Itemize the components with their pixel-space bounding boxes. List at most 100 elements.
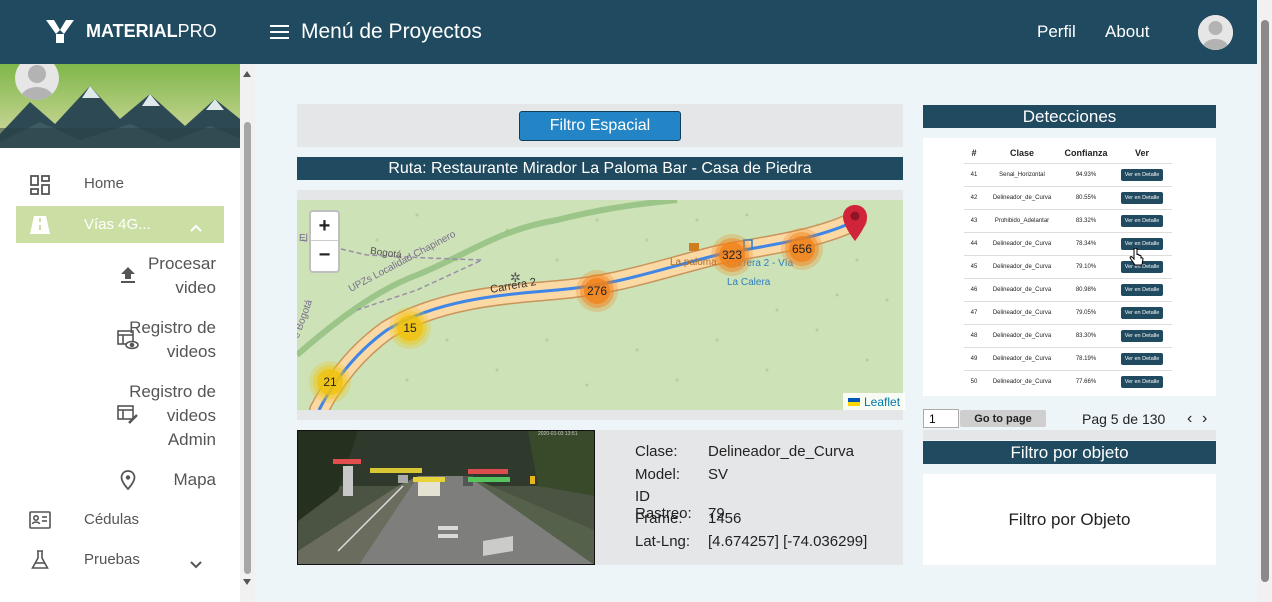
detection-info-panel: Clase: Delineador_de_Curva Model: SV ID Ra… [595, 430, 903, 565]
about-link[interactable]: About [1105, 22, 1149, 42]
row-clase: Delineador_de_Curva [984, 277, 1060, 301]
table-row: 43 Prohibido_Adelantar 83.32% Ver en Detall… [964, 208, 1172, 232]
sidebar-banner [0, 64, 240, 148]
map-top-strip [297, 190, 903, 200]
map-cluster-marker[interactable]: 323 [715, 238, 749, 272]
sidebar-item-mapa[interactable]: Mapa [150, 468, 216, 492]
column-header: Confianza [1064, 148, 1108, 159]
row-confianza: 77.66% [1060, 369, 1112, 393]
sidebar-item-home[interactable]: Home [84, 175, 124, 192]
sidebar-item-cedulas[interactable]: Cédulas [84, 511, 139, 528]
row-id: 50 [964, 369, 984, 393]
table-row: 41 Senal_Horizontal 94.93% Ver en Detalle [964, 162, 1172, 186]
ver-detalle-button[interactable]: Ver en Detalle [1120, 329, 1164, 342]
sidebar-item-pruebas[interactable]: Pruebas [84, 551, 140, 568]
page-number-input[interactable] [923, 409, 959, 428]
info-frame-label: Frame: [635, 510, 683, 527]
row-clase: Prohibido_Adelantar [984, 208, 1060, 232]
brand-name-bold: MATERIAL [86, 20, 178, 41]
map-pin-marker-icon[interactable] [842, 204, 868, 247]
filtro-espacial-button[interactable]: Filtro Espacial [519, 111, 681, 141]
top-bar: MATERIALPRO Menú de Proyectos Perfil Abo… [0, 0, 1257, 64]
row-clase: Senal_Horizontal [984, 162, 1060, 186]
info-latlng-label: Lat-Lng: [635, 533, 691, 550]
row-clase: Delineador_de_Curva [984, 231, 1060, 255]
map-cluster-marker[interactable]: 15 [393, 311, 427, 345]
zoom-in-button[interactable]: + [311, 212, 338, 241]
mouse-cursor-icon [1129, 247, 1145, 273]
road-icon [29, 214, 51, 236]
scroll-down-arrow-icon[interactable] [243, 579, 251, 585]
sidebar-item-procesar-video[interactable]: Procesar video [130, 252, 216, 300]
prev-page-icon[interactable]: ‹ [1187, 410, 1192, 428]
table-row: 48 Delineador_de_Curva 83.30% Ver en Detall… [964, 323, 1172, 347]
zoom-out-button[interactable]: − [311, 241, 338, 270]
row-clase: Delineador_de_Curva [984, 346, 1060, 370]
column-header: # [971, 148, 977, 159]
table-row: 47 Delineador_de_Curva 79.05% Ver en Detall… [964, 300, 1172, 324]
sidebar-item-registro-videos-admin[interactable]: Registro de videos Admin [126, 380, 216, 452]
sidebar-item-registro-videos[interactable]: Registro de videos [126, 316, 216, 364]
row-id: 48 [964, 323, 984, 347]
row-id: 47 [964, 300, 984, 324]
perfil-link[interactable]: Perfil [1037, 22, 1076, 42]
go-to-page-button[interactable]: Go to page [960, 410, 1046, 427]
row-confianza: 80.55% [1060, 185, 1112, 209]
sidebar-item-vias[interactable]: Vías 4G... [84, 216, 151, 233]
row-id: 42 [964, 185, 984, 209]
next-page-icon[interactable]: › [1202, 410, 1207, 428]
row-id: 45 [964, 254, 984, 278]
row-clase: Delineador_de_Curva [984, 300, 1060, 324]
row-ver-cell: Ver en Detalle [1112, 323, 1172, 347]
page-scrollbar[interactable] [1257, 0, 1272, 602]
ver-detalle-button[interactable]: Ver en Detalle [1120, 191, 1164, 204]
ver-detalle-button[interactable]: Ver en Detalle [1120, 168, 1164, 181]
logo-icon [46, 20, 74, 43]
page-scroll-thumb[interactable] [1261, 20, 1269, 582]
ver-detalle-button[interactable]: Ver en Detalle [1120, 214, 1164, 227]
row-ver-cell: Ver en Detalle [1112, 346, 1172, 370]
chevron-down-icon[interactable] [190, 556, 202, 574]
table-row: 49 Delineador_de_Curva 78.19% Ver en Detall… [964, 346, 1172, 370]
ver-detalle-button[interactable]: Ver en Detalle [1120, 352, 1164, 365]
chevron-up-icon[interactable] [190, 219, 202, 237]
row-ver-cell: Ver en Detalle [1112, 369, 1172, 393]
map-label-paloma: La paloma [670, 257, 717, 268]
pagination-status: Pag 5 de 130 [1082, 411, 1166, 427]
ver-detalle-button[interactable]: Ver en Detalle [1120, 306, 1164, 319]
ver-detalle-button[interactable]: Ver en Detalle [1120, 283, 1164, 296]
sidebar-scroll-thumb[interactable] [244, 122, 251, 574]
filtro-body-text: Filtro por Objeto [1008, 509, 1131, 529]
row-confianza: 78.34% [1060, 231, 1112, 255]
ver-detalle-button[interactable]: Ver en Detalle [1120, 375, 1164, 388]
map-cluster-marker[interactable]: 21 [313, 365, 347, 399]
row-id: 46 [964, 277, 984, 301]
row-ver-cell: Ver en Detalle [1112, 208, 1172, 232]
user-icon [1198, 15, 1233, 50]
column-header: Clase [1009, 148, 1035, 159]
sidebar: Home Vías 4G... Procesar video Registro … [0, 64, 255, 602]
map-label-edge-el: El [299, 233, 308, 244]
table-row: 50 Delineador_de_Curva 77.66% Ver en Detall… [964, 369, 1172, 393]
row-clase: Delineador_de_Curva [984, 369, 1060, 393]
hamburger-icon[interactable] [270, 25, 289, 39]
row-confianza: 94.93% [1060, 162, 1112, 186]
map-cluster-marker[interactable]: 276 [580, 274, 614, 308]
info-clase-value: Delineador_de_Curva [708, 443, 854, 460]
map[interactable]: ✲ Carrera 2 Bogotá UPZs Localidad Chapin… [297, 200, 903, 410]
info-frame-value: 1456 [708, 510, 742, 527]
row-clase: Delineador_de_Curva [984, 185, 1060, 209]
detecciones-title: Detecciones [923, 105, 1216, 128]
detection-video-frame[interactable]: 2020-01-03 13:51 [297, 430, 595, 565]
user-avatar[interactable] [1198, 15, 1233, 50]
menu-toggle[interactable]: Menú de Proyectos [270, 20, 482, 44]
info-clase-label: Clase: [635, 443, 678, 460]
map-cluster-marker[interactable]: 656 [785, 232, 819, 266]
leaflet-link[interactable]: Leaflet [864, 395, 900, 409]
brand-logo[interactable]: MATERIALPRO [44, 18, 217, 44]
filtro-por-objeto-panel[interactable]: Filtro por Objeto [923, 474, 1216, 565]
ukraine-flag-icon [848, 397, 860, 406]
flask-icon [29, 549, 51, 571]
scroll-up-arrow-icon[interactable] [243, 71, 251, 77]
map-attribution[interactable]: Leaflet [843, 393, 906, 410]
